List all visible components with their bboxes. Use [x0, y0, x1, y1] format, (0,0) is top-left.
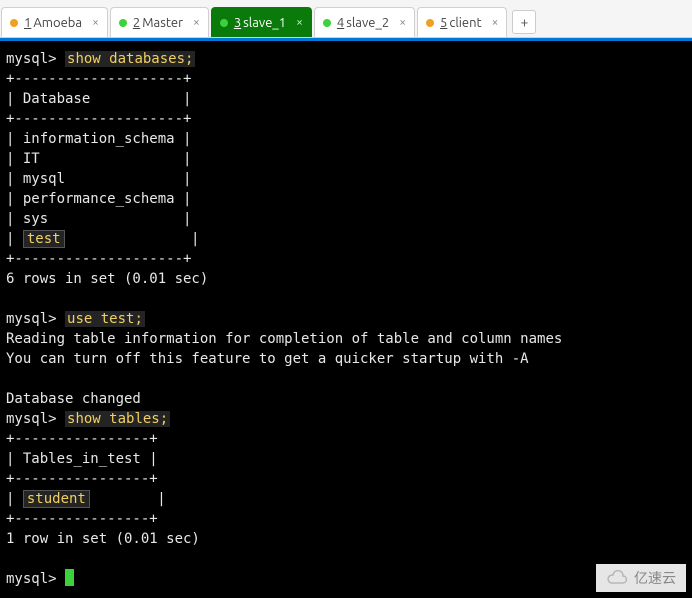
db-row: information_schema	[23, 131, 175, 147]
command: use test;	[65, 311, 145, 327]
watermark-text: 亿速云	[634, 568, 676, 588]
status-dot-icon	[323, 19, 331, 27]
tab-bar: 1 Amoeba × 2 Master × 3 slave_1 × 4 slav…	[0, 0, 692, 38]
tab-index: 5	[440, 16, 447, 30]
tab-label: Amoeba	[33, 16, 82, 30]
status-dot-icon	[426, 19, 434, 27]
table-border: +----------------+	[6, 471, 158, 487]
plus-icon: +	[520, 14, 528, 30]
command: show databases;	[65, 51, 195, 67]
table-border: +--------------------+	[6, 71, 191, 87]
table-border: +--------------------+	[6, 251, 191, 267]
mysql-prompt: mysql>	[6, 411, 57, 427]
info-line: Database changed	[6, 391, 141, 407]
tab-index: 1	[24, 16, 31, 30]
info-line: You can turn off this feature to get a q…	[6, 351, 529, 367]
command: show tables;	[65, 411, 170, 427]
mysql-prompt: mysql>	[6, 311, 57, 327]
tab-slave-2[interactable]: 4 slave_2 ×	[314, 7, 415, 37]
tab-label: slave_2	[346, 16, 389, 30]
db-row-highlighted: test	[23, 230, 65, 248]
table-border: +----------------+	[6, 431, 158, 447]
watermark: 亿速云	[596, 564, 686, 592]
status-dot-icon	[220, 19, 228, 27]
status-dot-icon	[10, 19, 18, 27]
cursor-icon	[65, 569, 74, 586]
tab-client[interactable]: 5 client ×	[417, 7, 507, 37]
tab-index: 3	[234, 16, 241, 30]
cloud-icon	[606, 570, 628, 586]
tab-label: slave_1	[243, 16, 286, 30]
result-footer: 6 rows in set (0.01 sec)	[6, 271, 208, 287]
mysql-prompt: mysql>	[6, 571, 57, 587]
tab-master[interactable]: 2 Master ×	[110, 7, 209, 37]
db-row: performance_schema	[23, 191, 175, 207]
db-row: mysql	[23, 171, 65, 187]
tab-index: 4	[337, 16, 344, 30]
tab-index: 2	[133, 16, 140, 30]
db-row: sys	[23, 211, 48, 227]
status-dot-icon	[119, 19, 127, 27]
column-header: Tables_in_test	[23, 451, 141, 467]
table-border: +----------------+	[6, 511, 158, 527]
result-footer: 1 row in set (0.01 sec)	[6, 531, 200, 547]
close-icon[interactable]: ×	[296, 16, 303, 29]
close-icon[interactable]: ×	[92, 16, 99, 29]
info-line: Reading table information for completion…	[6, 331, 562, 347]
tab-label: Master	[142, 16, 183, 30]
table-row-highlighted: student	[23, 490, 90, 508]
close-icon[interactable]: ×	[193, 16, 200, 29]
mysql-prompt: mysql>	[6, 51, 57, 67]
db-row: IT	[23, 151, 40, 167]
column-header: Database	[23, 91, 90, 107]
close-icon[interactable]: ×	[492, 16, 499, 29]
tab-label: client	[449, 16, 481, 30]
terminal[interactable]: mysql> show databases; +----------------…	[0, 38, 692, 598]
close-icon[interactable]: ×	[399, 16, 406, 29]
tab-amoeba[interactable]: 1 Amoeba ×	[1, 7, 108, 37]
tab-slave-1[interactable]: 3 slave_1 ×	[211, 7, 312, 37]
table-border: +--------------------+	[6, 111, 191, 127]
add-tab-button[interactable]: +	[512, 10, 536, 34]
